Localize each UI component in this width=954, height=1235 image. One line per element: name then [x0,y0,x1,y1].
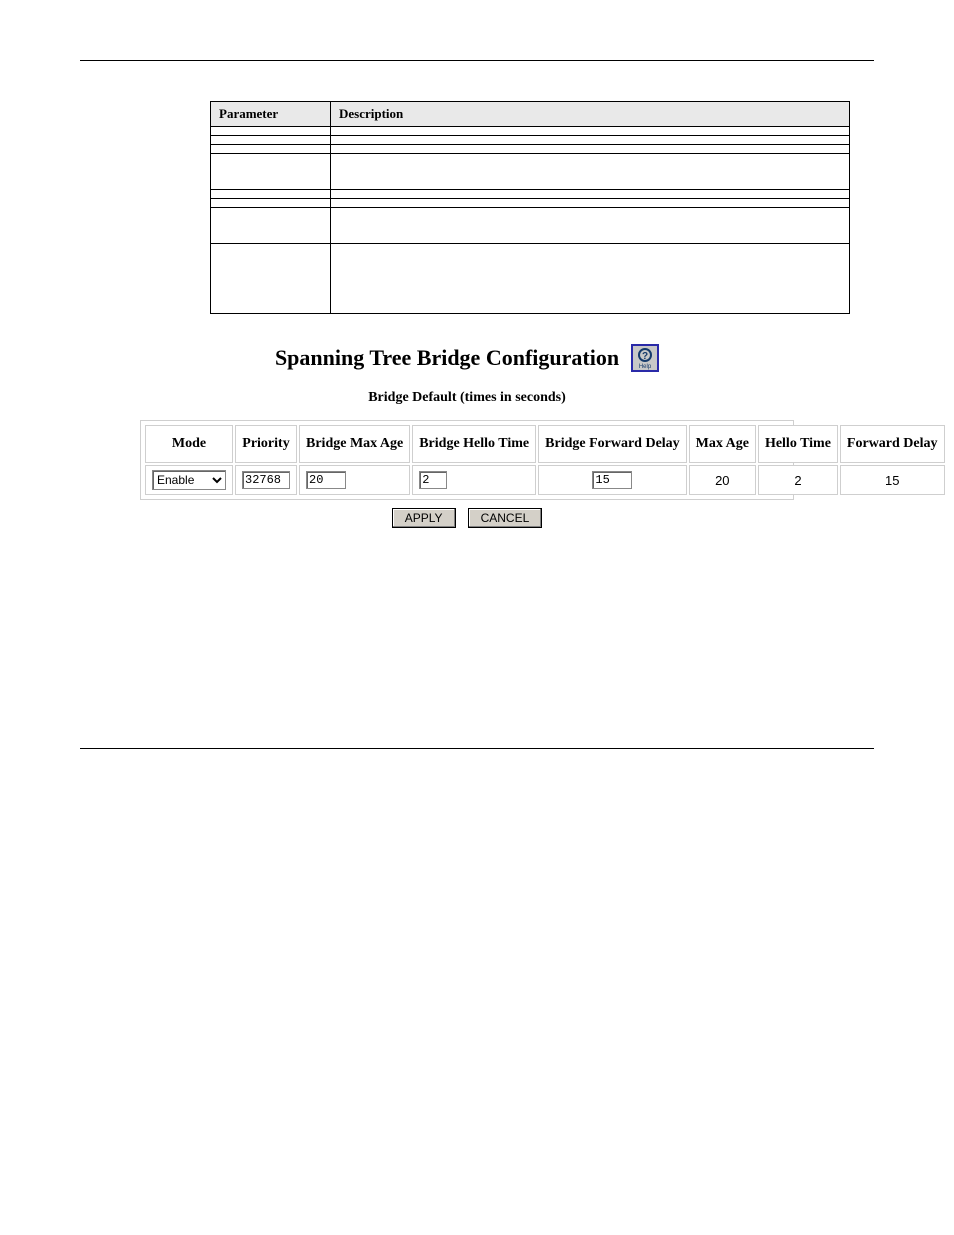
col-bridge-max-age: Bridge Max Age [299,425,410,463]
table-row [211,145,850,154]
table-row [211,190,850,199]
svg-text:Help: Help [639,364,652,370]
col-max-age: Max Age [689,425,756,463]
col-priority: Priority [235,425,297,463]
header-rule [80,60,874,61]
col-forward-delay: Forward Delay [840,425,945,463]
bridge-hello-time-input[interactable] [419,471,447,489]
panel-subtitle: Bridge Default (times in seconds) [140,390,794,406]
bridge-config-table: Mode Priority Bridge Max Age Bridge Hell… [143,423,947,497]
param-header: Parameter [211,102,331,127]
bridge-max-age-input[interactable] [306,471,346,489]
table-row [211,244,850,314]
max-age-value: 20 [689,465,756,495]
hello-time-value: 2 [758,465,838,495]
parameter-table: Parameter Description [210,101,850,314]
bridge-config-panel: Spanning Tree Bridge Configuration ? Hel… [140,344,794,528]
table-row [211,208,850,244]
help-icon[interactable]: ? Help [631,344,659,372]
footer-rule [80,748,874,749]
col-hello-time: Hello Time [758,425,838,463]
priority-input[interactable] [242,471,290,489]
table-row [211,199,850,208]
apply-button[interactable]: APPLY [392,508,456,528]
panel-title: Spanning Tree Bridge Configuration [275,345,619,371]
mode-select[interactable]: Enable [152,470,226,490]
table-row [211,154,850,190]
desc-header: Description [331,102,850,127]
table-row [211,127,850,136]
col-mode: Mode [145,425,233,463]
col-bridge-hello-time: Bridge Hello Time [412,425,536,463]
svg-text:?: ? [642,351,648,362]
col-bridge-forward-delay: Bridge Forward Delay [538,425,687,463]
table-row [211,136,850,145]
bridge-forward-delay-input[interactable] [592,471,632,489]
cancel-button[interactable]: CANCEL [468,508,543,528]
forward-delay-value: 15 [840,465,945,495]
